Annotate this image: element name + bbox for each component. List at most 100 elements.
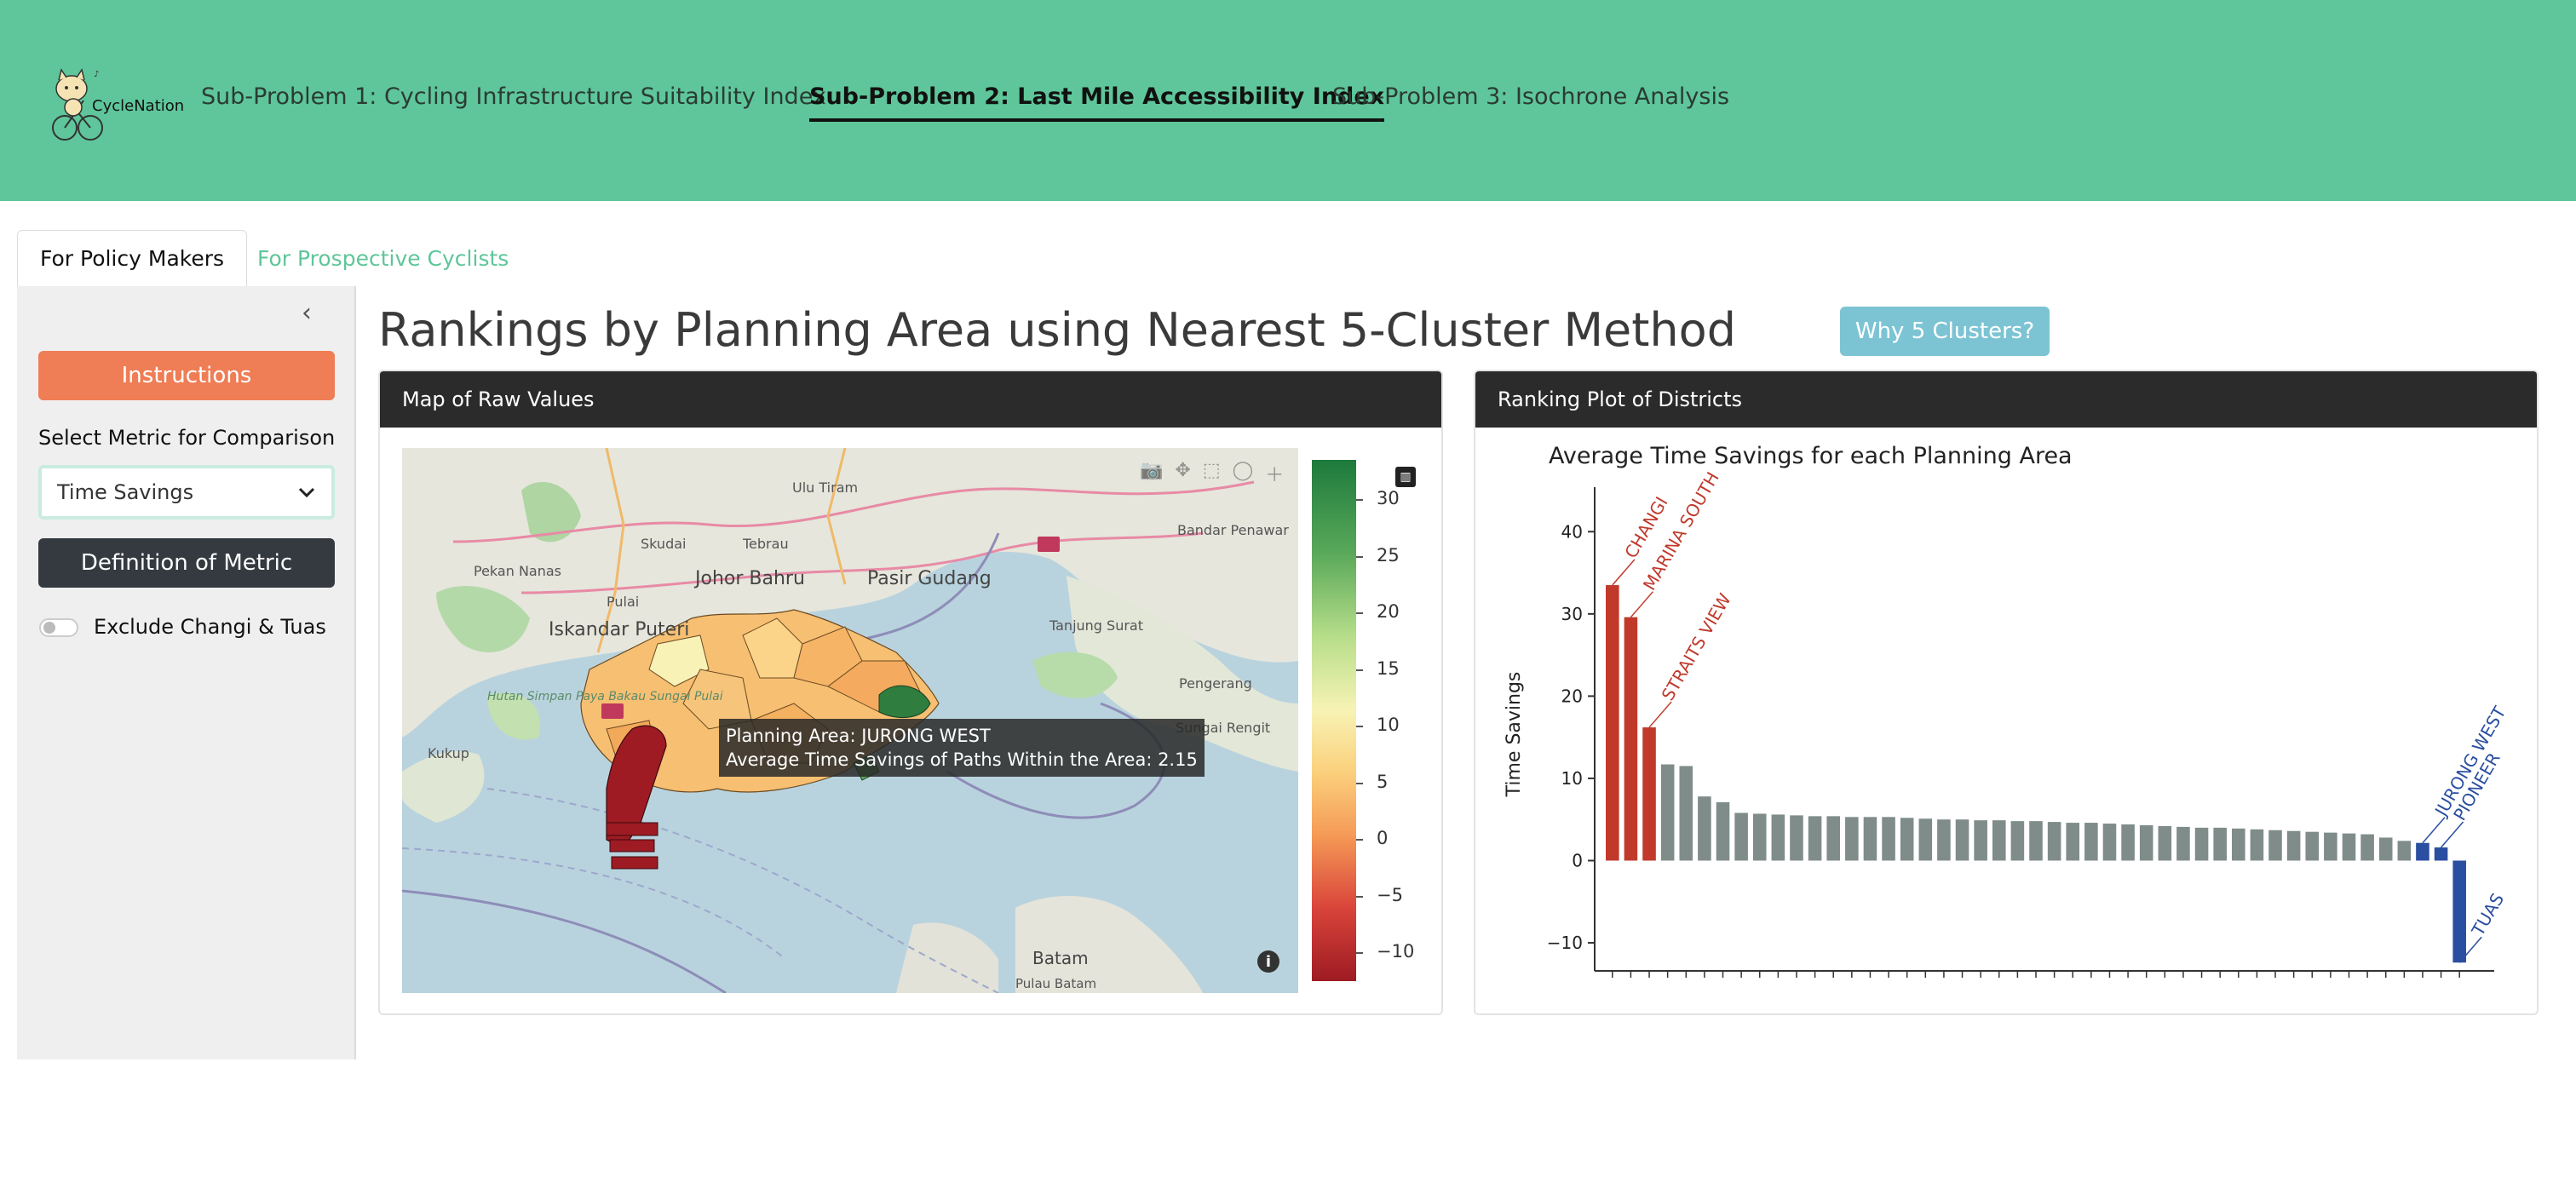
chart-bar (1937, 819, 1951, 861)
colorbar-tick-label: −5 (1377, 884, 1403, 905)
colorbar-tick-mark (1356, 499, 1363, 501)
map-label: Tanjung Surat (1049, 617, 1143, 634)
map-card: Map of Raw Values Ulu Tiram Skudai Tebra… (378, 370, 1443, 1015)
y-tick-label: 30 (1561, 604, 1583, 624)
nav-sub-problem-1[interactable]: Sub-Problem 1: Cycling Infrastructure Su… (201, 83, 826, 110)
colorbar-tick-mark (1356, 612, 1363, 614)
map-label: Iskandar Puteri (549, 619, 689, 640)
map-label: Hutan Simpan Paya Bakau Sungai Pulai (487, 690, 723, 703)
chart-bar (1845, 817, 1859, 861)
chart-y-axis-label: Time Savings (1504, 672, 1525, 798)
tab-policy-makers[interactable]: For Policy Makers (17, 230, 248, 286)
why-5-clusters-button[interactable]: Why 5 Clusters? (1840, 307, 2050, 356)
chart-bar (1826, 816, 1840, 861)
map-label: Batam (1032, 948, 1089, 968)
chart-bar (2452, 860, 2466, 963)
y-tick-label: 40 (1561, 521, 1583, 542)
colorbar-tick-label: 15 (1377, 657, 1400, 679)
svg-text:♪: ♪ (94, 70, 99, 79)
chart-bar (1900, 818, 1914, 861)
colorbar-tick-label: 30 (1377, 488, 1400, 508)
camera-icon[interactable]: 📷 (1140, 460, 1163, 487)
chart-bar (2066, 823, 2080, 861)
metric-select[interactable]: Time Savings (38, 465, 335, 520)
colorbar-tick-mark (1356, 782, 1363, 784)
box-select-icon[interactable]: ⬚ (1203, 460, 1221, 487)
chevron-left-icon[interactable]: ‹ (302, 298, 312, 328)
metric-select-label: Select Metric for Comparison (38, 426, 336, 450)
colorbar-tick-mark (1356, 726, 1363, 727)
plotly-logo-icon[interactable]: ▥ (1395, 467, 1416, 487)
colorbar-tick-label: 20 (1377, 601, 1400, 622)
tooltip-line-1: Planning Area: JURONG WEST (726, 726, 991, 746)
colorbar-tick-label: 10 (1377, 715, 1400, 735)
chart-bar (2084, 823, 2098, 861)
chart-bar (1679, 766, 1693, 861)
map-card-header: Map of Raw Values (380, 371, 1441, 428)
chart-bar (2397, 841, 2412, 861)
choropleth-map[interactable]: Ulu Tiram Skudai Tebrau Bandar Penawar P… (402, 448, 1298, 993)
logo-text: CycleNation (92, 97, 185, 115)
colorbar-tick-label: −10 (1377, 941, 1415, 962)
chart-bar (2232, 828, 2245, 861)
chart-bar (2434, 847, 2448, 861)
zoom-in-icon[interactable]: ＋ (1265, 460, 1284, 487)
chart-bar (2121, 824, 2135, 861)
map-label: Pulai (607, 594, 639, 610)
annotation-leader-line (2422, 817, 2446, 844)
colorbar-tick-label: 25 (1377, 544, 1400, 566)
map-modebar: 📷 ✥ ⬚ ◯ ＋ － ⌂ (1140, 460, 1298, 487)
chart-bar (2286, 830, 2301, 861)
exclude-changi-tuas-toggle[interactable] (39, 618, 78, 637)
top-navbar: ♪ CycleNation Sub-Problem 1: Cycling Inf… (0, 0, 2576, 201)
map-label: Bandar Penawar (1177, 522, 1289, 538)
zoom-out-icon[interactable]: － (1296, 460, 1298, 487)
nav-sub-problem-2[interactable]: Sub-Problem 2: Last Mile Accessibility I… (809, 83, 1385, 122)
chart-bar (2139, 824, 2153, 861)
map-label: Tebrau (742, 536, 789, 552)
chart-plot-area: 403020100−10CHANGIMARINA SOUTHSTRAITS VI… (1547, 468, 2510, 978)
annotation-leader-line (1630, 591, 1653, 618)
pan-icon[interactable]: ✥ (1175, 460, 1190, 487)
map-label: Pengerang (1179, 675, 1252, 692)
chart-bar (2158, 825, 2172, 861)
annotation-leader-line (1648, 701, 1672, 728)
definition-of-metric-button[interactable]: Definition of Metric (38, 538, 335, 588)
colorbar-tick-label: 0 (1377, 828, 1389, 848)
colorbar-tick-label: 5 (1377, 771, 1389, 792)
map-label: Johor Bahru (693, 568, 805, 589)
chevron-down-icon (298, 487, 315, 498)
nav-sub-problem-3[interactable]: Sub-Problem 3: Isochrone Analysis (1332, 83, 1729, 110)
lasso-icon[interactable]: ◯ (1233, 460, 1254, 487)
chart-bar (2213, 827, 2227, 861)
info-icon[interactable]: i (1257, 950, 1279, 973)
chart-bar (1698, 796, 1711, 861)
y-tick-label: 0 (1572, 850, 1583, 870)
chart-bar (2047, 822, 2061, 861)
chart-bar (1734, 812, 1748, 861)
colorbar-tick-mark (1356, 669, 1363, 671)
bar-annotation-label: TUAS (2467, 890, 2508, 940)
colorbar-tick-mark (1356, 895, 1363, 898)
chart-title: Average Time Savings for each Planning A… (1549, 443, 2073, 469)
map-label: Skudai (641, 536, 686, 552)
chart-bar (1918, 818, 1933, 861)
exclude-changi-tuas-label: Exclude Changi & Tuas (94, 615, 326, 639)
instructions-button[interactable]: Instructions (38, 351, 335, 400)
colorbar-tick-mark (1356, 952, 1363, 954)
tab-prospective-cyclists[interactable]: For Prospective Cyclists (235, 230, 531, 286)
y-tick-label: −10 (1547, 933, 1583, 953)
colorbar-tick-mark (1356, 839, 1363, 841)
chart-bar (2010, 821, 2025, 861)
chart-bar (2029, 821, 2043, 861)
chart-bar (1660, 764, 1675, 861)
chart-bar (1624, 617, 1638, 861)
chart-bar (1716, 801, 1730, 861)
chart-bar (1790, 815, 1803, 861)
chart-bar (1771, 814, 1785, 861)
chart-bar (2378, 837, 2393, 861)
chart-bar (1955, 819, 1969, 861)
ranking-chart[interactable]: Average Time Savings for each Planning A… (1475, 428, 2537, 1015)
map-label: Ulu Tiram (792, 479, 858, 496)
chart-bar (1863, 817, 1877, 861)
